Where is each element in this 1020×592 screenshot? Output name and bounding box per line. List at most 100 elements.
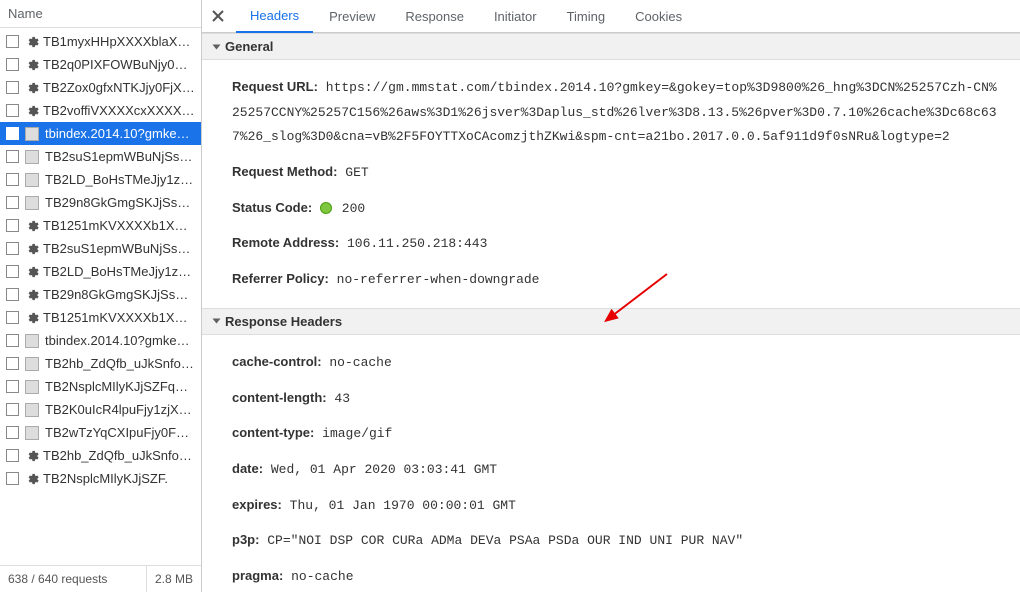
checkbox[interactable] — [6, 357, 19, 370]
header-value: Wed, 01 Apr 2020 03:03:41 GMT — [263, 462, 497, 477]
request-list[interactable]: TB1myxHHpXXXXblaXXXXXXXX TB2q0PIXFOWBuNjy… — [0, 28, 201, 565]
list-item[interactable]: tbindex.2014.10?gmkey=&gokey= — [0, 122, 201, 145]
list-item[interactable]: TB2NsplcMIlyKJjSZFqXXXjnpXa — [0, 375, 201, 398]
header-label: p3p: — [232, 532, 259, 547]
list-item[interactable]: TB2K0uIcR4lpuFjy1zjXXXcVpXa — [0, 398, 201, 421]
checkbox[interactable] — [6, 334, 19, 347]
list-item-label: TB1myxHHpXXXXblaXXXXXXXX — [43, 34, 195, 49]
checkbox[interactable] — [6, 173, 19, 186]
list-item-label: tbindex.2014.10?gmkey=&gokey= — [45, 333, 195, 348]
list-item[interactable]: TB2wTzYqCXIpuFjy0FeXXXcJpXa — [0, 421, 201, 444]
checkbox[interactable] — [6, 58, 19, 71]
checkbox[interactable] — [6, 219, 19, 232]
list-item-label: TB2NsplcMIlyKJjSZFqXXXjnpXa — [45, 379, 195, 394]
remote-address-value: 106.11.250.218:443 — [347, 236, 487, 251]
gear-icon — [25, 219, 39, 233]
list-item[interactable]: TB2hb_ZdQfb_uJkSnfoXXXe — [0, 352, 201, 375]
checkbox[interactable] — [6, 127, 19, 140]
checkbox[interactable] — [6, 104, 19, 117]
tab-headers[interactable]: Headers — [236, 0, 313, 33]
list-item[interactable]: TB1myxHHpXXXXblaXXXXXXXX — [0, 30, 201, 53]
tab-initiator[interactable]: Initiator — [480, 1, 551, 32]
image-icon — [25, 403, 39, 417]
checkbox[interactable] — [6, 380, 19, 393]
image-icon — [25, 357, 39, 371]
tab-timing[interactable]: Timing — [553, 1, 620, 32]
list-item[interactable]: TB2NsplcMIlyKJjSZF. — [0, 467, 201, 490]
list-item-label: TB2LD_BoHsTMeJjy1zcXXXAg — [43, 264, 195, 279]
transfer-size: 2.8 MB — [147, 566, 201, 592]
sidebar-footer: 638 / 640 requests 2.8 MB — [0, 565, 201, 592]
list-item[interactable]: TB2q0PIXFOWBuNjy0FpXXX — [0, 53, 201, 76]
request-count: 638 / 640 requests — [0, 566, 147, 592]
tab-response[interactable]: Response — [391, 1, 478, 32]
list-item-label: TB2NsplcMIlyKJjSZF. — [43, 471, 195, 486]
close-icon[interactable] — [210, 8, 226, 24]
list-item-label: TB29n8GkGmgSKJjSsphXXXgd — [43, 287, 195, 302]
header-value: Thu, 01 Jan 1970 00:00:01 GMT — [282, 498, 516, 513]
status-code-label: Status Code: — [232, 200, 312, 215]
header-value: no-cache — [322, 355, 392, 370]
list-item-label: TB2K0uIcR4lpuFjy1zjXXXcVpXa — [45, 402, 195, 417]
list-item[interactable]: TB29n8GkGmgSKJjSsphXXXgdXXa — [0, 191, 201, 214]
header-label: content-type: — [232, 425, 314, 440]
gear-icon — [25, 472, 39, 486]
header-label: pragma: — [232, 568, 283, 583]
checkbox[interactable] — [6, 288, 19, 301]
list-item-label: TB2voffiVXXXXcxXXXXXXXX — [43, 103, 195, 118]
gear-icon — [25, 265, 39, 279]
list-item[interactable]: TB2voffiVXXXXcxXXXXXXXX — [0, 99, 201, 122]
section-response-headers-title: Response Headers — [225, 314, 342, 329]
checkbox[interactable] — [6, 150, 19, 163]
checkbox[interactable] — [6, 449, 19, 462]
header-label: cache-control: — [232, 354, 322, 369]
list-item-label: TB2suS1epmWBuNjSspdXXbugXXa — [45, 149, 195, 164]
list-item[interactable]: TB1251mKVXXXXb1XVXXXXXX — [0, 214, 201, 237]
checkbox[interactable] — [6, 403, 19, 416]
header-value: CP="NOI DSP COR CURa ADMa DEVa PSAa PSDa… — [259, 533, 743, 548]
gear-icon — [25, 311, 39, 325]
status-code-value: 200 — [342, 201, 365, 216]
checkbox[interactable] — [6, 242, 19, 255]
tab-cookies[interactable]: Cookies — [621, 1, 696, 32]
checkbox[interactable] — [6, 81, 19, 94]
caret-down-icon — [213, 319, 221, 324]
checkbox[interactable] — [6, 265, 19, 278]
list-item-label: TB2q0PIXFOWBuNjy0FpXXX — [43, 57, 195, 72]
section-response-headers[interactable]: Response Headers — [202, 308, 1020, 335]
image-icon — [25, 196, 39, 210]
referrer-policy-value: no-referrer-when-downgrade — [337, 272, 540, 287]
checkbox[interactable] — [6, 196, 19, 209]
checkbox[interactable] — [6, 35, 19, 48]
list-item[interactable]: TB2suS1epmWBuNjSspdXXbug — [0, 237, 201, 260]
header-label: expires: — [232, 497, 282, 512]
list-item[interactable]: TB2LD_BoHsTMeJjy1zcXXXAg — [0, 260, 201, 283]
detail-tabs: Headers Preview Response Initiator Timin… — [202, 0, 1020, 33]
header-label: content-length: — [232, 390, 327, 405]
tab-preview[interactable]: Preview — [315, 1, 389, 32]
status-dot-icon — [320, 202, 332, 214]
header-value: image/gif — [314, 426, 392, 441]
list-item[interactable]: TB2suS1epmWBuNjSspdXXbugXXa — [0, 145, 201, 168]
checkbox[interactable] — [6, 311, 19, 324]
section-general[interactable]: General — [202, 33, 1020, 60]
gear-icon — [25, 242, 39, 256]
list-item-label: TB2wTzYqCXIpuFjy0FeXXXcJpXa — [45, 425, 195, 440]
list-item[interactable]: TB29n8GkGmgSKJjSsphXXXgd — [0, 283, 201, 306]
remote-address-label: Remote Address: — [232, 235, 339, 250]
list-item[interactable]: tbindex.2014.10?gmkey=&gokey= — [0, 329, 201, 352]
list-item-label: TB2hb_ZdQfb_uJkSnfoXXXe — [43, 448, 195, 463]
list-item[interactable]: TB2Zox0gfxNTKJjy0FjXXX — [0, 76, 201, 99]
list-item-label: TB2Zox0gfxNTKJjy0FjXXX — [43, 80, 195, 95]
list-item[interactable]: TB1251mKVXXXXb1XVXXXXXX — [0, 306, 201, 329]
image-icon — [25, 426, 39, 440]
list-item[interactable]: TB2hb_ZdQfb_uJkSnfoXXXe — [0, 444, 201, 467]
list-item-label: TB29n8GkGmgSKJjSsphXXXgdXXa — [45, 195, 195, 210]
checkbox[interactable] — [6, 472, 19, 485]
gear-icon — [25, 104, 39, 118]
detail-body[interactable]: General Request URL: https://gm.mmstat.c… — [202, 33, 1020, 592]
section-general-title: General — [225, 39, 273, 54]
checkbox[interactable] — [6, 426, 19, 439]
image-icon — [25, 380, 39, 394]
list-item[interactable]: TB2LD_BoHsTMeJjy1zcXXXAgXXa — [0, 168, 201, 191]
